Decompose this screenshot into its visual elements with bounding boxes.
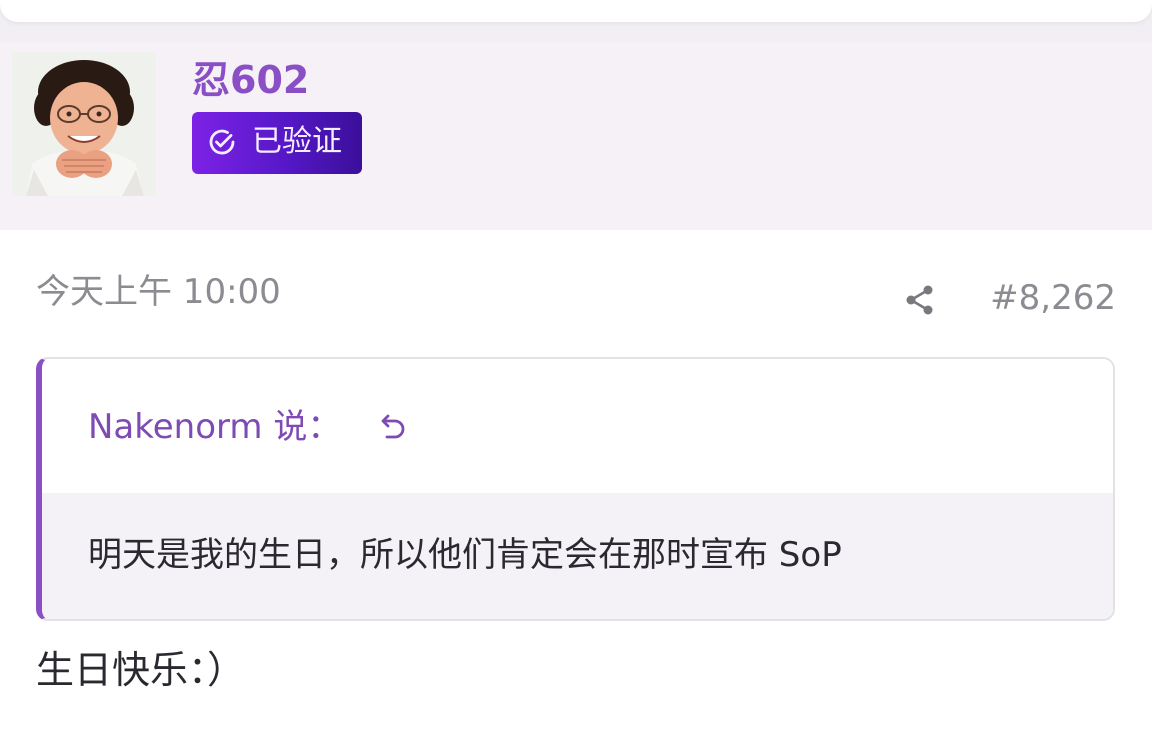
quote-block: Nakenorm 说： 明天是我的生日，所以他们肯定会在那时宣布 SoP — [36, 357, 1115, 621]
post-number[interactable]: #8,262 — [990, 276, 1116, 320]
post-body-text: 生日快乐：） — [36, 648, 246, 692]
quote-text: 明天是我的生日，所以他们肯定会在那时宣布 SoP — [88, 535, 842, 575]
jump-to-quote-icon[interactable] — [376, 411, 410, 445]
quote-content: 明天是我的生日，所以他们肯定会在那时宣布 SoP — [42, 493, 1113, 619]
share-icon[interactable] — [902, 282, 938, 318]
quote-header: Nakenorm 说： — [42, 359, 1113, 493]
avatar[interactable] — [12, 52, 156, 196]
quote-author[interactable]: Nakenorm 说： — [88, 405, 341, 449]
verified-badge: 已验证 — [192, 112, 362, 174]
post-timestamp[interactable]: 今天上午 10:00 — [36, 270, 281, 314]
verified-badge-label: 已验证 — [252, 124, 342, 159]
check-circle-icon — [209, 129, 235, 155]
avatar-portrait — [12, 52, 156, 196]
post-author-header: 忍602 已验证 — [0, 42, 1152, 230]
username[interactable]: 忍602 — [192, 58, 309, 102]
previous-post-card-edge — [0, 0, 1152, 22]
